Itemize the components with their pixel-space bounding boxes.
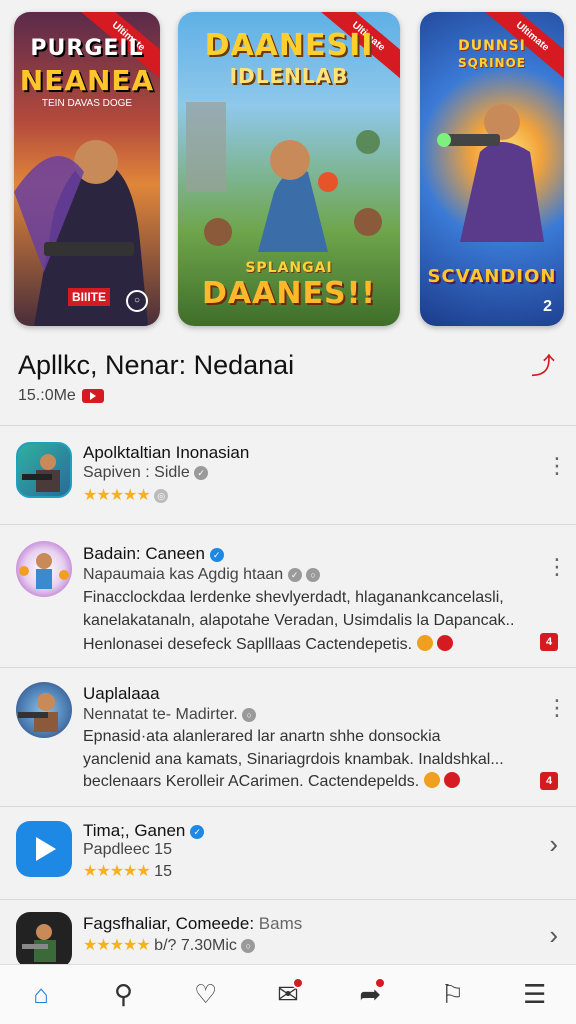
search-icon: ⚲: [113, 979, 133, 1009]
item-subtitle: Nennatat te- Madirter. ○: [83, 706, 257, 724]
verified-icon: ✓: [194, 466, 209, 480]
verified-icon: ✓: [190, 825, 205, 839]
item-description-line: Henlonasei desefeck Saplllaas Cactendepe…: [83, 635, 453, 654]
video-play-icon[interactable]: [81, 389, 104, 403]
item-description-line: yanclenid ana kamats, Sinariagrdois knam…: [83, 751, 504, 768]
list-item[interactable]: Apolktaltian Inonasian Sapiven : Sidle ✓…: [0, 426, 576, 524]
banner-footer: SCVANDION: [427, 266, 557, 287]
star-rating: ★★★★★: [83, 863, 151, 880]
app-icon: [16, 442, 72, 498]
banner-subtitle: SPLANGAI: [245, 260, 333, 276]
app-icon: [16, 912, 72, 968]
banner-chat-icon: ○: [126, 290, 148, 312]
banner-footer: DAANES!!: [202, 276, 376, 311]
item-name-extra: Bams: [258, 914, 303, 933]
app-size: 15.:0Me: [18, 387, 76, 404]
app-icon: [16, 821, 72, 877]
banner-footer: BIIITE: [68, 288, 111, 306]
bookmark-icon: ⚐: [440, 979, 465, 1009]
item-description-text: beclenaars Kerolleir ACarimen. Cactendep…: [83, 773, 420, 790]
list-item[interactable]: Tima;, Ganen ✓ Papdleec 15 ★★★★★ 15 ›: [0, 807, 576, 899]
item-description-line: Finacclockdaa lerdenke shevlyerdadt, hla…: [83, 589, 504, 606]
app-icon: [16, 682, 72, 738]
app-size-row: 15.:0Me: [18, 387, 558, 405]
item-developer: Napaumaia kas Agdig htaan: [83, 566, 284, 583]
item-rating-row: ★★★★★ ◎: [83, 485, 169, 505]
item-name-text: Badain: Caneen: [83, 544, 205, 563]
tab-menu[interactable]: ☰: [515, 975, 555, 1015]
item-name: Fagsfhaliar, Comeede: Bams: [83, 914, 302, 934]
chat-icon: ○: [242, 708, 257, 722]
banner-card-2[interactable]: Ultimate DAANESII IDLENLAB SPLANGAI DAAN…: [178, 12, 400, 326]
item-developer: Nennatat te- Madirter.: [83, 706, 238, 723]
notification-badge[interactable]: 4: [540, 633, 558, 651]
banner-card-1[interactable]: Ultimate PURGEIL NEANEA TEIN DAVAS DOGE …: [14, 12, 160, 326]
chevron-right-icon[interactable]: ›: [549, 920, 558, 951]
banner-hero-art: [14, 140, 148, 326]
coin-icon: [423, 772, 440, 788]
item-name-text: Tima;, Ganen: [83, 821, 186, 840]
heart-icon: ♡: [194, 979, 218, 1009]
star-rating: ★★★★★: [83, 487, 151, 504]
menu-icon: ☰: [523, 979, 547, 1009]
item-rating-row: ★★★★★ b/? 7.30Mic ○: [83, 935, 256, 955]
home-icon: ⌂: [33, 979, 49, 1009]
item-name: Uaplalaaa: [83, 684, 160, 703]
globe-icon: ◎: [154, 489, 169, 503]
banner-carousel[interactable]: Ultimate PURGEIL NEANEA TEIN DAVAS DOGE …: [14, 12, 564, 326]
tab-home[interactable]: ⌂: [21, 975, 61, 1015]
more-options-icon[interactable]: ⋮: [546, 455, 568, 477]
tab-bookmarks[interactable]: ⚐: [433, 975, 473, 1015]
alert-icon: [437, 635, 453, 651]
item-name: Apolktaltian Inonasian: [83, 443, 250, 462]
share-icon[interactable]: ⤴: [528, 352, 558, 382]
list-item[interactable]: Uaplalaaa Nennatat te- Madirter. ○ Epnas…: [0, 668, 576, 806]
list-item[interactable]: Badain: Caneen ✓ Napaumaia kas Agdig hta…: [0, 525, 576, 667]
chevron-right-icon[interactable]: ›: [549, 829, 558, 860]
item-developer: Sapiven : Sidle: [83, 464, 190, 481]
item-name: Tima;, Ganen ✓: [83, 821, 205, 841]
list-item[interactable]: Fagsfhaliar, Comeede: Bams ★★★★★ b/? 7.3…: [0, 900, 576, 968]
page-title: Apllkc, Nenar: Nedanai: [18, 350, 295, 380]
verified-icon: ✓: [209, 548, 224, 562]
item-description-line: beclenaars Kerolleir ACarimen. Cactendep…: [83, 772, 461, 791]
badge-icon: ✓: [287, 568, 302, 582]
star-rating: ★★★★★: [83, 937, 151, 954]
tab-search[interactable]: ⚲: [103, 975, 143, 1015]
chat-icon: ○: [306, 568, 321, 582]
app-header: Apllkc, Nenar: Nedanai 15.:0Me ⤴: [18, 350, 558, 410]
notification-badge[interactable]: 4: [540, 772, 558, 790]
notification-dot: [291, 976, 304, 989]
item-subtitle: Napaumaia kas Agdig htaan ✓ ○: [83, 566, 321, 584]
banner-page-number: 2: [543, 298, 552, 315]
more-options-icon[interactable]: ⋮: [546, 697, 568, 719]
chat-icon: ○: [241, 939, 256, 953]
banner-card-3[interactable]: Ultimate DUNNSI SQRINOE SCVANDION 2: [420, 12, 564, 326]
tab-favorites[interactable]: ♡: [186, 975, 226, 1015]
alert-icon: [444, 772, 461, 788]
more-options-icon[interactable]: ⋮: [546, 556, 568, 578]
item-rating-row: ★★★★★ 15: [83, 861, 172, 881]
notification-dot: [374, 976, 387, 989]
item-description-line: kanelakatanaln, alapotahe Veradan, Usimd…: [83, 612, 515, 629]
item-size: b/? 7.30Mic: [154, 937, 237, 954]
item-name: Badain: Caneen ✓: [83, 544, 224, 564]
tab-share[interactable]: ➦: [350, 975, 390, 1015]
tab-inbox[interactable]: ✉: [268, 975, 308, 1015]
item-description-text: Henlonasei desefeck Saplllaas Cactendepe…: [83, 636, 413, 653]
item-developer: Papdleec 15: [83, 841, 172, 858]
item-subtitle: Sapiven : Sidle ✓: [83, 464, 209, 482]
rating-value: 15: [154, 863, 172, 880]
app-icon: [16, 541, 72, 597]
item-name-text: Fagsfhaliar, Comeede:: [83, 914, 255, 933]
bottom-tab-bar: ⌂ ⚲ ♡ ✉ ➦ ⚐ ☰: [0, 964, 576, 1024]
coin-icon: [416, 635, 433, 651]
item-description-line: Epnasid·ata alanlerared lar anartn shhe …: [83, 728, 441, 745]
